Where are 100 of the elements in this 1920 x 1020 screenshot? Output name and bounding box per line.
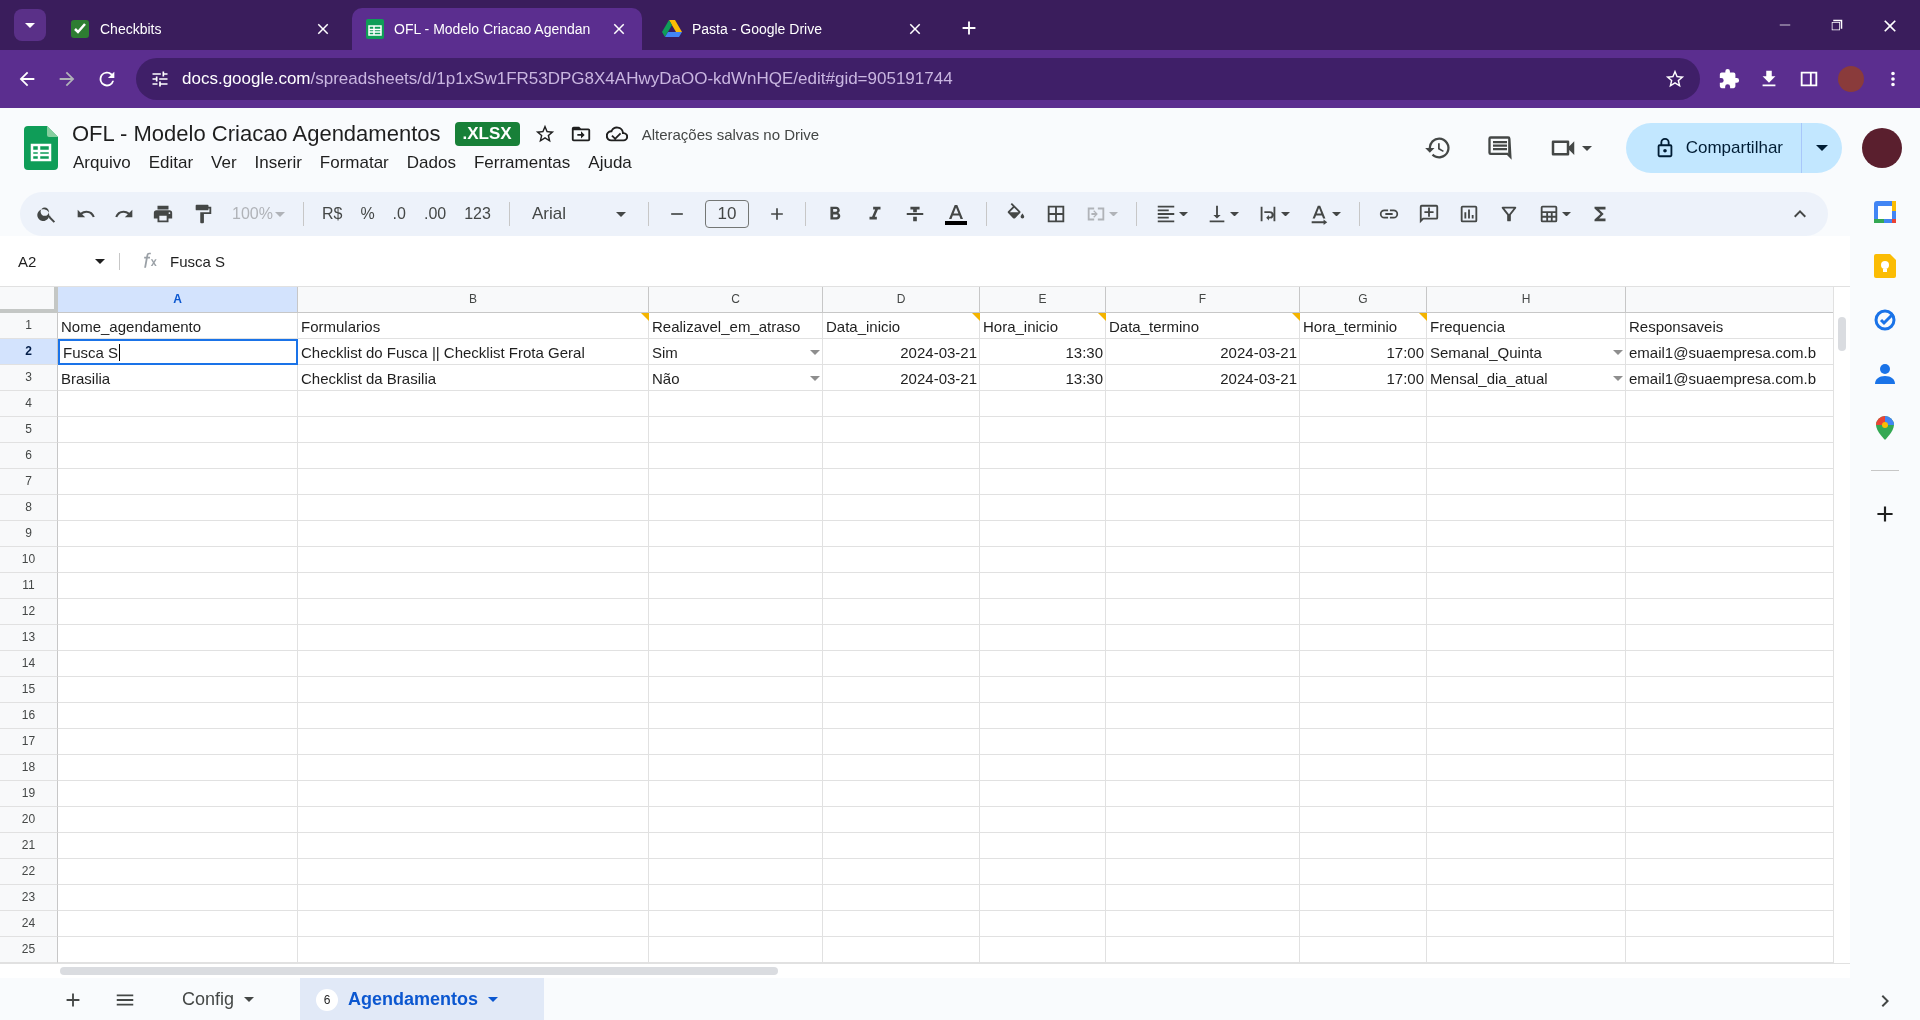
- row-header[interactable]: 24: [0, 911, 58, 937]
- table-cell-text: Frequencia: [1429, 316, 1507, 337]
- currency-format-button[interactable]: R$: [321, 205, 343, 223]
- row-header[interactable]: 4: [0, 391, 58, 417]
- row-header[interactable]: 16: [0, 703, 58, 729]
- menu-item[interactable]: Dados: [399, 151, 463, 175]
- browser-tab[interactable]: Pasta - Google Drive: [648, 8, 938, 50]
- number-format-button[interactable]: 123: [464, 205, 491, 223]
- row-header[interactable]: 9: [0, 521, 58, 547]
- browser-tab[interactable]: Checkbits: [56, 8, 346, 50]
- row-header[interactable]: 14: [0, 651, 58, 677]
- row-header[interactable]: 13: [0, 625, 58, 651]
- table-cell: Formularios: [298, 313, 649, 339]
- column-header[interactable]: A: [58, 287, 298, 313]
- table-cell-text: Checklist do Fusca || Checklist Frota Geral: [300, 342, 586, 363]
- caret-icon: [488, 997, 499, 1002]
- caret-icon: [95, 258, 105, 264]
- puzzle-icon[interactable]: [1718, 68, 1740, 90]
- dropdown-cell[interactable]: Não: [649, 365, 823, 391]
- checkmark-icon: [70, 19, 90, 39]
- row-header[interactable]: 2: [0, 339, 58, 365]
- row-header[interactable]: 10: [0, 547, 58, 573]
- task-check-icon[interactable]: [1873, 308, 1897, 332]
- row-header[interactable]: 12: [0, 599, 58, 625]
- formula-field[interactable]: Fusca S: [170, 252, 226, 270]
- table-cell-text: 17:00: [1385, 342, 1425, 363]
- caret-icon[interactable]: [1178, 211, 1188, 217]
- row-header[interactable]: 23: [0, 885, 58, 911]
- sheet-tab[interactable]: 6 Agendamentos: [300, 978, 545, 1020]
- cell-editor[interactable]: Fusca S: [58, 339, 298, 365]
- menu-item[interactable]: Inserir: [247, 151, 309, 175]
- row-header[interactable]: 8: [0, 495, 58, 521]
- font-select[interactable]: Arial: [527, 204, 630, 224]
- row-header[interactable]: 20: [0, 807, 58, 833]
- increase-decimals-button[interactable]: .00: [423, 205, 447, 223]
- bookmark-star-icon[interactable]: [1664, 68, 1686, 90]
- caret-icon: [274, 211, 285, 217]
- text-color-icon[interactable]: [943, 202, 968, 226]
- row-header[interactable]: 22: [0, 859, 58, 885]
- row-header[interactable]: 19: [0, 781, 58, 807]
- tab-list-button[interactable]: [14, 9, 46, 41]
- dropdown-cell[interactable]: Semanal_Quinta: [1427, 339, 1626, 365]
- spreadsheet-logo-icon[interactable]: [24, 126, 58, 170]
- caret-icon[interactable]: [1561, 211, 1571, 217]
- row-header[interactable]: 7: [0, 469, 58, 495]
- url-text: docs.google.com/spreadsheets/d/1p1xSw1FR53DPG8X4AHwyDaOO-kdWnHQE/edit#gid=905191744: [182, 69, 954, 89]
- document-title[interactable]: OFL - Modelo Criacao Agendamentos: [72, 121, 441, 147]
- caret-icon[interactable]: [1581, 145, 1592, 151]
- print-icon[interactable]: [152, 203, 174, 225]
- row-header[interactable]: 6: [0, 443, 58, 469]
- row-header[interactable]: 11: [0, 573, 58, 599]
- menu-item[interactable]: Ajuda: [581, 151, 639, 175]
- caret-icon: [615, 211, 626, 217]
- column-header[interactable]: F: [1106, 287, 1300, 313]
- menu-item[interactable]: Editar: [141, 151, 201, 175]
- row-header[interactable]: 25: [0, 937, 58, 963]
- column-header[interactable]: E: [980, 287, 1106, 313]
- calendar-icon[interactable]: [1873, 200, 1897, 224]
- row-header[interactable]: 18: [0, 755, 58, 781]
- triangle-logo-icon: [662, 20, 682, 38]
- site-settings-icon[interactable]: [150, 69, 170, 89]
- column-header[interactable]: B: [298, 287, 649, 313]
- star-icon[interactable]: [533, 123, 556, 145]
- percent-format-button[interactable]: %: [360, 205, 375, 223]
- caret-icon[interactable]: [1229, 211, 1239, 217]
- person-icon[interactable]: [1874, 362, 1896, 386]
- row-header[interactable]: 3: [0, 365, 58, 391]
- table-cell: Hora_terminio: [1300, 313, 1427, 339]
- column-header[interactable]: C: [649, 287, 823, 313]
- table-cell-text: 2024-03-21: [1219, 368, 1298, 389]
- row-header[interactable]: 17: [0, 729, 58, 755]
- caret-icon[interactable]: [1331, 211, 1341, 217]
- row-header[interactable]: 5: [0, 417, 58, 443]
- decrease-decimals-button[interactable]: .0: [392, 205, 406, 223]
- browser-tab[interactable]: OFL - Modelo Criacao Agendan: [352, 8, 642, 50]
- table-cell-text: email1@suaempresa.com.b: [1628, 342, 1817, 363]
- column-header[interactable]: G: [1300, 287, 1427, 313]
- add-comment-icon[interactable]: [1417, 203, 1440, 225]
- scrollbar-thumb[interactable]: [1838, 317, 1846, 351]
- address-bar[interactable]: docs.google.com/spreadsheets/d/1p1xSw1FR53DPG8X4AHwyDaOO-kdWnHQE/edit#gid=905191744: [136, 58, 1700, 100]
- dropdown-cell[interactable]: Sim: [649, 339, 823, 365]
- menu-item[interactable]: Arquivo: [66, 151, 138, 175]
- file-format-badge: .XLSX: [454, 122, 520, 146]
- font-size-field[interactable]: 10: [704, 200, 749, 228]
- row-header[interactable]: 21: [0, 833, 58, 859]
- row-header[interactable]: 15: [0, 677, 58, 703]
- column-header[interactable]: D: [823, 287, 980, 313]
- row-header[interactable]: 1: [0, 313, 58, 339]
- map-pin-icon[interactable]: [1876, 416, 1894, 440]
- scrollbar-thumb[interactable]: [60, 967, 778, 975]
- dropdown-cell[interactable]: Mensal_dia_atual: [1427, 365, 1626, 391]
- menu-item[interactable]: Formatar: [312, 151, 396, 175]
- sheet-tab[interactable]: Config: [166, 978, 301, 1020]
- caret-icon[interactable]: [1280, 211, 1290, 217]
- column-header[interactable]: H: [1427, 287, 1626, 313]
- menu-item[interactable]: Ver: [204, 151, 244, 175]
- comment-icon[interactable]: [1485, 134, 1514, 162]
- account-avatar[interactable]: [1862, 128, 1902, 168]
- menu-item[interactable]: Ferramentas: [466, 151, 578, 175]
- name-box[interactable]: A2: [0, 252, 120, 270]
